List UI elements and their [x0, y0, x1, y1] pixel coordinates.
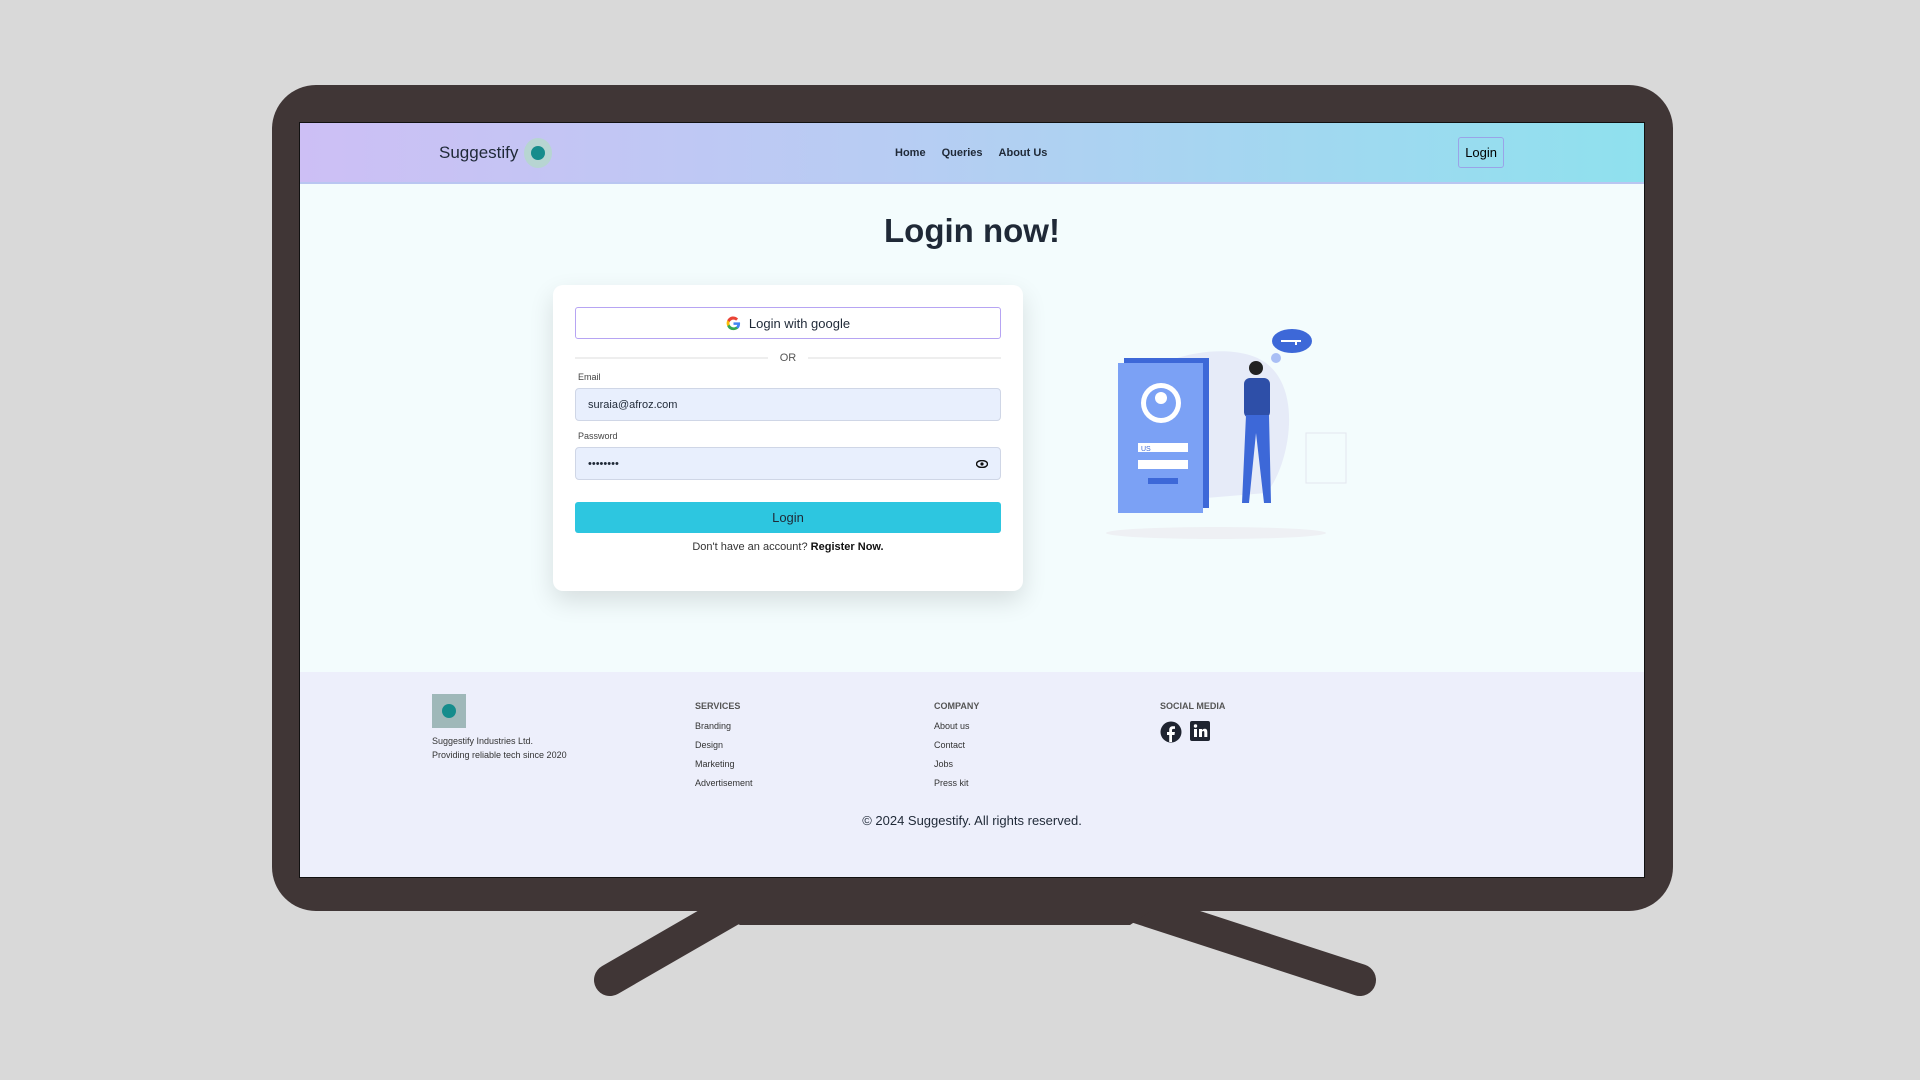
password-label: Password	[578, 431, 618, 441]
brand-name: Suggestify	[439, 142, 519, 162]
footer-tagline: Providing reliable tech since 2020	[432, 750, 567, 760]
email-input[interactable]: suraia@afroz.com	[575, 388, 1001, 421]
social-heading: SOCIAL MEDIA	[1160, 701, 1226, 711]
screen: Suggestify Home Queries About Us Login L…	[299, 122, 1645, 878]
or-text: OR	[779, 352, 797, 364]
copyright: © 2024 Suggestify. All rights reserved.	[862, 813, 1082, 828]
services-heading: SERVICES	[695, 701, 741, 711]
eye-icon[interactable]	[976, 459, 988, 468]
login-illustration: US	[1106, 329, 1347, 539]
nav-queries[interactable]: Queries	[942, 147, 983, 159]
footer-link-design[interactable]: Design	[695, 740, 753, 750]
footer-company-name: Suggestify Industries Ltd.	[432, 736, 534, 746]
facebook-icon[interactable]	[1160, 721, 1182, 743]
or-divider: OR	[575, 352, 1001, 364]
login-button[interactable]: Login	[575, 502, 1001, 533]
brand[interactable]: Suggestify	[439, 137, 553, 168]
email-label: Email	[578, 372, 601, 382]
linkedin-icon[interactable]	[1190, 721, 1210, 741]
footer-link-contact[interactable]: Contact	[934, 740, 979, 750]
footer-link-advertisement[interactable]: Advertisement	[695, 778, 753, 788]
login-card: Login with google OR Email suraia@afroz.…	[553, 285, 1023, 591]
password-input[interactable]: ••••••••	[575, 447, 1001, 480]
footer-link-branding[interactable]: Branding	[695, 721, 753, 731]
register-prompt: Don't have an account?	[692, 541, 808, 553]
nav-login-button[interactable]: Login	[1458, 137, 1504, 168]
logo-icon	[524, 137, 553, 168]
nav-home[interactable]: Home	[895, 147, 926, 159]
illustration-card-text: US	[1141, 446, 1151, 453]
navbar: Suggestify Home Queries About Us Login	[300, 123, 1644, 184]
footer-logo	[432, 694, 466, 728]
footer-link-about-us[interactable]: About us	[934, 721, 979, 731]
register-link[interactable]: Register Now.	[811, 541, 884, 553]
footer-link-press-kit[interactable]: Press kit	[934, 778, 979, 788]
email-value: suraia@afroz.com	[588, 398, 678, 411]
google-login-button[interactable]: Login with google	[575, 307, 1001, 339]
google-login-label: Login with google	[748, 315, 851, 331]
google-icon	[726, 315, 740, 330]
footer-link-marketing[interactable]: Marketing	[695, 759, 753, 769]
footer: Suggestify Industries Ltd. Providing rel…	[300, 672, 1644, 877]
page-title: Login now!	[884, 212, 1060, 249]
company-heading: COMPANY	[934, 701, 980, 711]
footer-link-jobs[interactable]: Jobs	[934, 759, 979, 769]
nav-about-us[interactable]: About Us	[999, 147, 1048, 159]
password-value: ••••••••	[588, 457, 619, 470]
